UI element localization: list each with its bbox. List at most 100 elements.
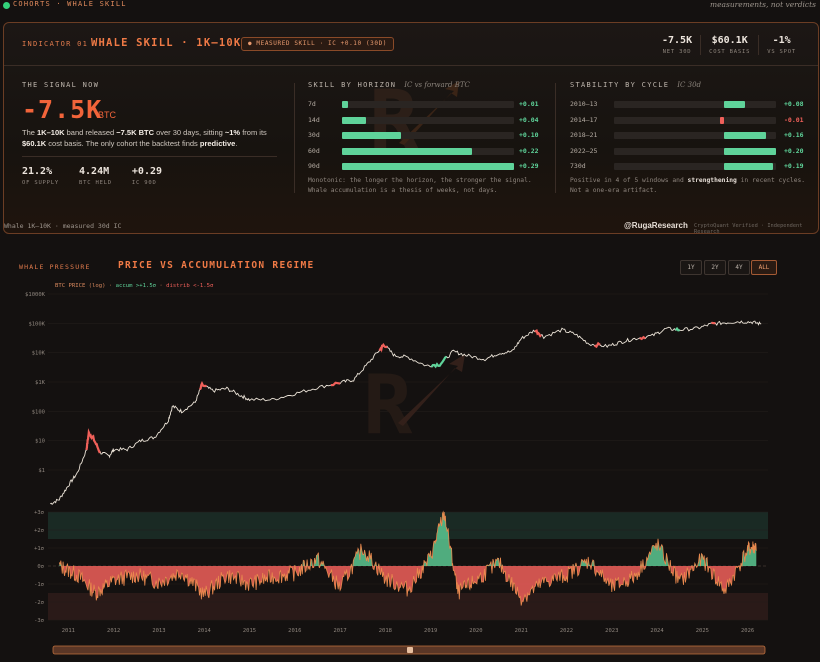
x-tick-label: 2026 — [741, 628, 754, 634]
ic-bar-value: +0.01 — [519, 100, 539, 108]
price-tick-label: $100K — [28, 321, 45, 327]
scrubber-handle-icon — [407, 647, 413, 653]
footer-brand[interactable]: @RugaResearch — [624, 221, 688, 230]
sigma-tick-label: +2σ — [34, 528, 45, 534]
price-tick-label: $100 — [32, 409, 45, 415]
x-tick-label: 2012 — [107, 628, 120, 634]
kpi-net-30d: -7.5K NET 30D — [654, 35, 700, 55]
stat-label: IC 90D — [131, 180, 157, 186]
x-tick-label: 2017 — [333, 628, 346, 634]
ic-bar-label: 2014–17 — [570, 115, 598, 124]
whale-pressure-panel: WHALE PRESSURE PRICE VS ACCUMULATION REG… — [3, 248, 817, 662]
ic-bar-fill — [724, 132, 766, 139]
x-tick-label: 2018 — [379, 628, 392, 634]
ic-bar-value: +0.08 — [784, 100, 804, 108]
stat-value: 4.24M — [79, 166, 110, 177]
stat-ic-90d: +0.29 IC 90D — [132, 166, 162, 186]
stat-of-supply: 21.2% OF SUPPLY — [22, 166, 59, 186]
regime-highlight — [639, 335, 646, 341]
header-divider — [4, 65, 818, 66]
horizon-title-text: SKILL BY HORIZON — [308, 81, 397, 89]
ic-bar-value: +0.29 — [519, 162, 539, 170]
stat-btc-held: 4.24M BTC HELD — [79, 166, 112, 186]
ic-bar-fill — [342, 147, 473, 155]
kpi-label: COST BASIS — [709, 49, 751, 55]
ic-bar-value: +0.04 — [519, 115, 539, 124]
footer-caption: Whale 1K–10K · measured 30d IC — [4, 222, 122, 230]
regime-highlight — [430, 355, 448, 369]
desc-bold: 1K–10K — [37, 128, 65, 137]
ic-bar-label: 2022–25 — [570, 146, 598, 155]
signal-title: THE SIGNAL NOW — [22, 81, 100, 89]
sigma-tick-label: -2σ — [34, 600, 45, 606]
ic-bar-track — [614, 116, 776, 124]
ic-bar-fill — [342, 132, 402, 139]
kpi-value: -1% — [772, 35, 791, 46]
cycle-title-text: STABILITY BY CYCLE — [570, 81, 670, 89]
ic-bar-label: 14d — [308, 115, 320, 124]
ic-bar-track — [342, 147, 514, 155]
ic-bar-row: 60d +0.22 — [308, 145, 543, 161]
ic-bar-value: +0.22 — [519, 146, 539, 155]
top-bar: COHORTS · WHALE SKILL measurements, not … — [0, 0, 820, 12]
accum-zone — [48, 512, 768, 539]
ic-bar-fill — [724, 101, 745, 108]
regime-highlight — [534, 329, 542, 338]
regime-highlight — [711, 321, 716, 325]
stat-label: OF SUPPLY — [22, 180, 60, 186]
x-tick-label: 2025 — [696, 628, 709, 634]
column-separator — [555, 83, 556, 193]
regime-highlight — [378, 342, 388, 353]
measured-skill-badge: ● MEASURED SKILL · IC +0.10 (30D) — [241, 37, 395, 51]
ic-bar-value: -0.01 — [784, 115, 804, 124]
signal-description: The 1K–10K band released −7.5K BTC over … — [22, 127, 272, 149]
horizon-note: Monotonic: the longer the horizon, the s… — [308, 177, 532, 194]
price-tick-label: $1000K — [25, 292, 46, 298]
ic-bar-row: 2022–25 +0.20 — [570, 145, 805, 161]
stat-value: +0.29 — [131, 166, 163, 177]
cycle-note: Positive in 4 of 5 windows and strengthe… — [570, 176, 810, 196]
ic-bar-row: 2018–21 +0.16 — [570, 129, 805, 145]
ic-bar-fill — [724, 147, 776, 155]
regime-highlight — [330, 381, 341, 387]
x-tick-label: 2022 — [560, 628, 573, 634]
ic-bar-row: 2014–17 -0.01 — [570, 114, 805, 130]
ic-bar-value: +0.10 — [519, 131, 539, 139]
sigma-tick-label: +3σ — [34, 510, 45, 516]
signal-value: -7.5K — [22, 95, 103, 124]
breadcrumb[interactable]: COHORTS · WHALE SKILL — [13, 0, 127, 8]
ic-bar-row: 14d +0.04 — [308, 114, 543, 130]
ic-bar-label: 30d — [308, 131, 320, 139]
desc-bold: $60.1K — [22, 139, 47, 148]
kpi-vs-spot: -1% VS SPOT — [758, 35, 804, 55]
ic-bar-label: 2018–21 — [570, 131, 598, 139]
status-dot-icon — [3, 2, 10, 9]
ic-bar-label: 730d — [570, 162, 586, 170]
stat-value: 21.2% — [22, 166, 53, 177]
signal-stats: 21.2% OF SUPPLY 4.24M BTC HELD +0.29 IC 90D — [22, 166, 162, 186]
desc-bold: predictive — [199, 139, 236, 148]
desc-text: band released — [64, 128, 117, 137]
ic-bar-fill — [342, 163, 514, 170]
cycle-title: STABILITY BY CYCLE IC 30d — [570, 81, 701, 89]
price-tick-label: $1 — [38, 468, 45, 474]
sigma-tick-label: -1σ — [34, 582, 45, 588]
cycle-note-text: Positive in 4 of 5 windows and — [570, 177, 688, 184]
price-tick-label: $10 — [35, 439, 45, 445]
cycle-note-bold: strengthening — [687, 177, 737, 184]
ic-bar-track — [614, 132, 776, 139]
ic-bar-track — [342, 116, 514, 124]
desc-text: . — [235, 139, 238, 148]
ic-bar-fill — [724, 163, 774, 170]
price-regime-chart[interactable]: $1000K $100K $10K $1K $100 $10 $1 R +3σ +2σ +1σ 0σ -… — [3, 248, 817, 662]
column-separator — [294, 83, 295, 193]
price-tick-label: $10K — [32, 351, 46, 357]
x-tick-label: 2024 — [650, 628, 664, 634]
x-tick-label: 2015 — [243, 628, 256, 634]
kpi-strip: -7.5K NET 30D $60.1K COST BASIS -1% VS SPOT — [654, 35, 804, 55]
ic-bar-label: 7d — [308, 100, 316, 108]
desc-text: The — [22, 128, 38, 137]
cycle-bar-list: 2010–13 +0.08 2014–17 -0.01 2018–21 +0.16 2022… — [570, 98, 805, 176]
ic-bar-track — [614, 163, 776, 170]
regime-highlight — [594, 341, 601, 349]
